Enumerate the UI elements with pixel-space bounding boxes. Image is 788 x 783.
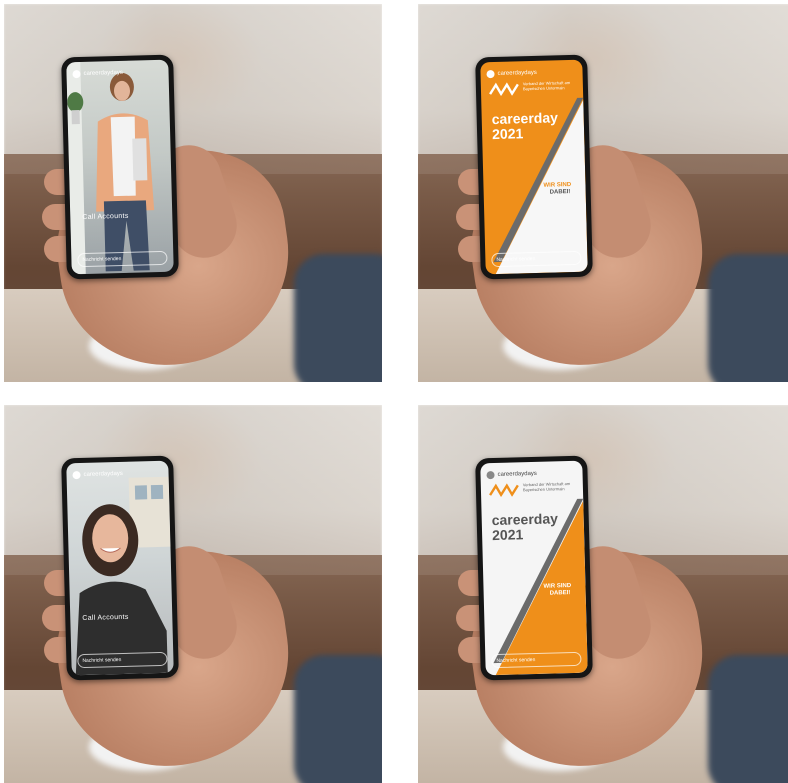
woman-selfie-illustration [75, 476, 171, 676]
woman-standing-illustration [66, 62, 155, 275]
story-screen: careerdaydays Call Accounts Nachricht se… [66, 59, 174, 275]
headline-careerday: careerday [491, 109, 559, 128]
account-name: careerdaydays [497, 69, 537, 77]
profile-avatar[interactable] [72, 471, 81, 480]
photo-panel-3: careerdaydays Call Accounts Nachricht se… [4, 405, 382, 783]
sleeve [294, 655, 382, 783]
sleeve [294, 254, 382, 382]
company-logo-icon [489, 483, 519, 498]
slogan-line-2: DABEI! [549, 590, 571, 597]
slogan-line-2: DABEI! [549, 189, 571, 196]
company-logo-icon [489, 82, 519, 97]
profile-avatar[interactable] [72, 70, 81, 79]
story-screen: careerdaydays Verband der Wirtschaft am … [480, 59, 588, 275]
photo-panel-2: careerdaydays Verband der Wirtschaft am … [418, 4, 788, 382]
logo-subtitle: Verband der Wirtschaft am Bayerischen Un… [522, 80, 571, 92]
smartphone: careerdaydays Call Accounts Nachricht se… [61, 455, 179, 681]
smartphone: careerdaydays Verband der Wirtschaft am … [475, 54, 593, 280]
account-name: careerdaydays [83, 69, 123, 77]
story-screen: careerdaydays Call Accounts Nachricht se… [66, 460, 174, 676]
send-message-field[interactable]: Nachricht senden [491, 250, 582, 268]
account-name: careerdaydays [83, 470, 123, 478]
send-message-field[interactable]: Nachricht senden [77, 651, 168, 669]
story-screen: careerdaydays Verband der Wirtschaft am … [480, 460, 588, 676]
smartphone: careerdaydays Call Accounts Nachricht se… [61, 54, 179, 280]
sleeve [708, 254, 788, 382]
smartphone: careerdaydays Verband der Wirtschaft am … [475, 455, 593, 681]
headline-year: 2021 [491, 526, 524, 544]
headline-careerday: careerday [491, 510, 559, 529]
story-caption: Call Accounts [82, 212, 129, 222]
account-name: careerdaydays [497, 470, 537, 478]
logo-subtitle: Verband der Wirtschaft am Bayerischen Un… [522, 481, 571, 493]
send-message-field[interactable]: Nachricht senden [491, 651, 582, 669]
sleeve [708, 655, 788, 783]
story-caption: Call Accounts [82, 613, 129, 623]
profile-avatar[interactable] [486, 70, 495, 79]
story-header: careerdaydays [486, 66, 576, 80]
photo-panel-4: careerdaydays Verband der Wirtschaft am … [418, 405, 788, 783]
profile-avatar[interactable] [486, 471, 495, 480]
headline-year: 2021 [491, 125, 524, 143]
photo-panel-1: careerdaydays Call Accounts Nachricht se… [4, 4, 382, 382]
story-header: careerdaydays [486, 467, 576, 481]
story-header: careerdaydays [72, 467, 162, 481]
send-message-field[interactable]: Nachricht senden [77, 250, 168, 268]
story-header: careerdaydays [72, 66, 162, 80]
